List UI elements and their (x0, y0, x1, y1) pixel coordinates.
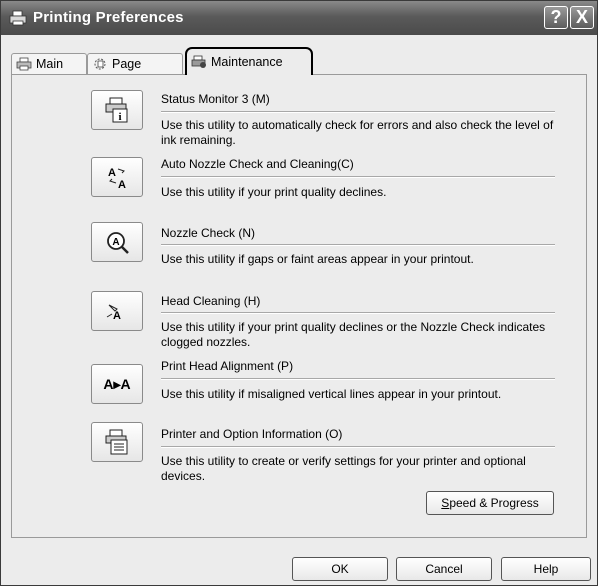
tab-maintenance-label: Maintenance (211, 55, 283, 69)
printing-preferences-window: Printing Preferences ? X Main Page Layou… (0, 0, 598, 586)
nozzle-check-divider (161, 244, 555, 246)
help-button[interactable]: Help (501, 557, 591, 581)
svg-text:A: A (118, 179, 126, 191)
head-cleaning-title: Head Cleaning (H) (161, 294, 261, 308)
head-cleaning-description: Use this utility if your print quality d… (161, 320, 546, 349)
head-cleaning-icon: A (106, 304, 121, 322)
printer-info-icon (105, 429, 128, 455)
tab-page-layout[interactable]: Page Layout (87, 53, 183, 92)
tab-main-label: Main (36, 57, 64, 71)
svg-text:A: A (112, 237, 119, 248)
tab-maintenance[interactable]: Maintenance (185, 47, 313, 75)
page-layout-tab-icon (94, 58, 106, 70)
head-cleaning-divider (161, 312, 555, 314)
svg-text:A: A (113, 310, 121, 322)
help-title-button[interactable]: ? (544, 6, 568, 29)
speed-progress-button[interactable]: Speed & Progress (426, 491, 554, 515)
svg-text:i: i (118, 111, 121, 123)
tab-strip: Main Page Layout Maintenance (11, 45, 591, 92)
nozzle-check-title: Nozzle Check (N) (161, 226, 256, 240)
status-monitor-title: Status Monitor 3 (M) (161, 92, 270, 106)
printer-info-button[interactable] (91, 422, 143, 462)
close-button[interactable]: X (570, 6, 594, 29)
head-alignment-divider (161, 378, 555, 380)
printer-info-divider (161, 446, 555, 448)
printer-app-icon (9, 10, 27, 26)
auto-nozzle-description: Use this utility if your print quality d… (161, 185, 387, 199)
status-monitor-button[interactable]: i (91, 90, 143, 130)
ok-button[interactable]: OK (292, 557, 388, 581)
printer-info-description: Use this utility to create or verify set… (161, 454, 526, 483)
auto-nozzle-title: Auto Nozzle Check and Cleaning(C) (161, 157, 354, 171)
maintenance-tab-icon (191, 55, 206, 68)
status-monitor-description: Use this utility to automatically check … (161, 118, 554, 147)
status-monitor-icon: i (105, 97, 128, 123)
title-bar[interactable]: Printing Preferences ? X (1, 1, 597, 35)
head-alignment-title: Print Head Alignment (P) (161, 359, 294, 373)
head-alignment-button[interactable]: A▸A (91, 364, 143, 404)
nozzle-check-description: Use this utility if gaps or faint areas … (161, 252, 474, 266)
status-monitor-divider (161, 111, 555, 113)
nozzle-check-icon: A (107, 232, 129, 254)
window-title: Printing Preferences (33, 9, 184, 26)
cancel-button[interactable]: Cancel (396, 557, 492, 581)
head-alignment-description: Use this utility if misaligned vertical … (161, 387, 502, 401)
printer-info-title: Printer and Option Information (O) (161, 427, 343, 441)
printer-tab-icon (16, 57, 32, 71)
tab-main[interactable]: Main (11, 53, 87, 75)
svg-text:A: A (108, 167, 116, 179)
head-cleaning-button[interactable]: A (91, 291, 143, 331)
nozzle-check-button[interactable]: A (91, 222, 143, 262)
auto-nozzle-icon: A A (108, 167, 126, 191)
speed-progress-label: peed & Progress (449, 496, 539, 510)
auto-nozzle-divider (161, 176, 555, 178)
head-alignment-icon: A▸A (103, 375, 131, 392)
auto-nozzle-button[interactable]: A A (91, 157, 143, 197)
